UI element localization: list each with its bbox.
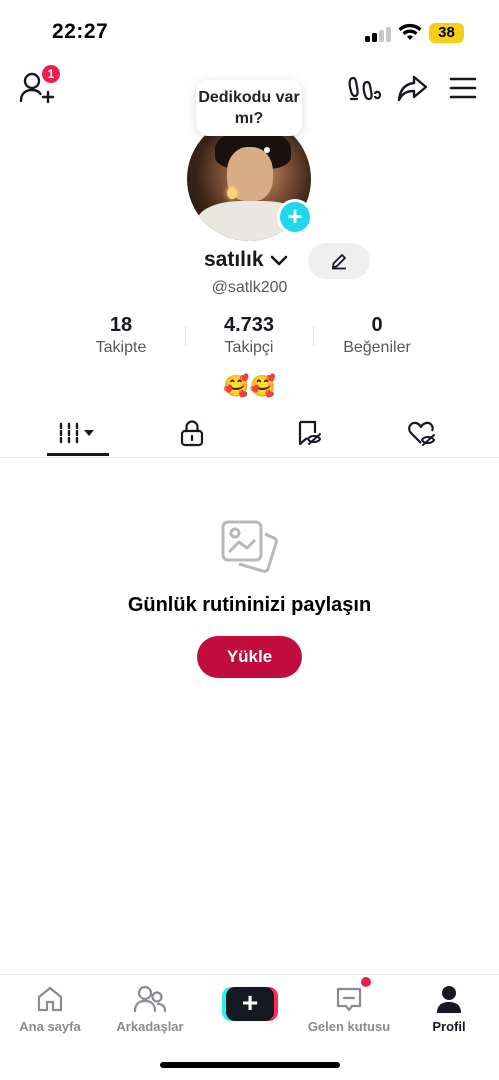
plus-icon: + — [226, 987, 274, 1021]
stat-divider — [185, 326, 186, 346]
username-row: satılık — [0, 243, 499, 279]
signal-icon — [365, 26, 391, 42]
create-button[interactable]: + — [222, 987, 278, 1021]
friends-icon — [133, 985, 167, 1013]
nav-profile[interactable]: Profil — [399, 983, 499, 1034]
stat-divider — [313, 326, 314, 346]
tab-videos[interactable] — [38, 410, 118, 456]
nav-label: Gelen kutusu — [307, 1019, 391, 1034]
inbox-notification-dot — [361, 977, 371, 987]
bookmark-hidden-icon — [298, 420, 322, 446]
tab-saved[interactable] — [269, 410, 349, 456]
status-bubble[interactable]: Dedikodu var mı? — [196, 80, 302, 136]
pencil-icon — [332, 254, 346, 270]
nav-label: Arkadaşlar — [116, 1019, 184, 1034]
active-tab-indicator — [47, 453, 109, 456]
tab-private[interactable] — [152, 410, 232, 456]
chevron-down-icon[interactable] — [270, 254, 288, 268]
bubble-tail — [264, 147, 270, 153]
profile-stats: 18 Takipte 4.733 Takipçi 0 Beğeniler — [0, 314, 499, 364]
share-icon[interactable] — [396, 72, 428, 104]
stat-value: 0 — [371, 314, 383, 336]
empty-state-title: Günlük rutininizi paylaşın — [127, 594, 372, 616]
stat-label: Beğeniler — [343, 339, 411, 356]
stat-value: 18 — [109, 314, 133, 336]
nav-home[interactable]: Ana sayfa — [0, 983, 100, 1034]
nav-label: Ana sayfa — [19, 1019, 81, 1034]
heart-hidden-icon — [408, 421, 436, 446]
stat-likes[interactable]: 0 Beğeniler — [322, 314, 432, 357]
stat-label: Takipçi — [224, 339, 274, 356]
upload-button[interactable]: Yükle — [197, 636, 302, 678]
profile-handle: @satlk200 — [211, 279, 288, 296]
stat-label: Takipte — [95, 339, 147, 356]
home-icon — [37, 986, 63, 1012]
tab-liked[interactable] — [382, 410, 462, 456]
profile-tabs — [0, 410, 499, 458]
stat-value: 4.733 — [223, 314, 275, 336]
nav-inbox[interactable]: Gelen kutusu — [299, 983, 399, 1034]
battery-indicator: 38 — [429, 23, 464, 43]
add-avatar-plus-icon[interactable]: + — [277, 199, 313, 235]
profile-name[interactable]: satılık — [204, 248, 264, 272]
stat-following[interactable]: 18 Takipte — [71, 314, 171, 357]
profile-bio: 🥰🥰 — [223, 375, 276, 398]
stat-followers[interactable]: 4.733 Takipçi — [199, 314, 299, 357]
inbox-icon — [336, 987, 362, 1012]
status-bar: 22:27 38 — [0, 0, 499, 60]
status-time: 22:27 — [52, 20, 109, 43]
footprints-icon[interactable] — [347, 72, 383, 104]
lock-icon — [180, 420, 204, 447]
wifi-icon — [398, 23, 422, 40]
edit-profile-button[interactable] — [308, 243, 370, 279]
notification-badge: 1 — [40, 63, 62, 85]
nav-label: Profil — [432, 1019, 466, 1034]
nav-friends[interactable]: Arkadaşlar — [100, 983, 200, 1034]
menu-icon[interactable] — [449, 76, 477, 100]
photos-placeholder-icon — [221, 520, 278, 573]
profile-icon — [437, 986, 461, 1013]
home-indicator — [160, 1062, 340, 1068]
videos-grid-icon — [59, 422, 94, 444]
